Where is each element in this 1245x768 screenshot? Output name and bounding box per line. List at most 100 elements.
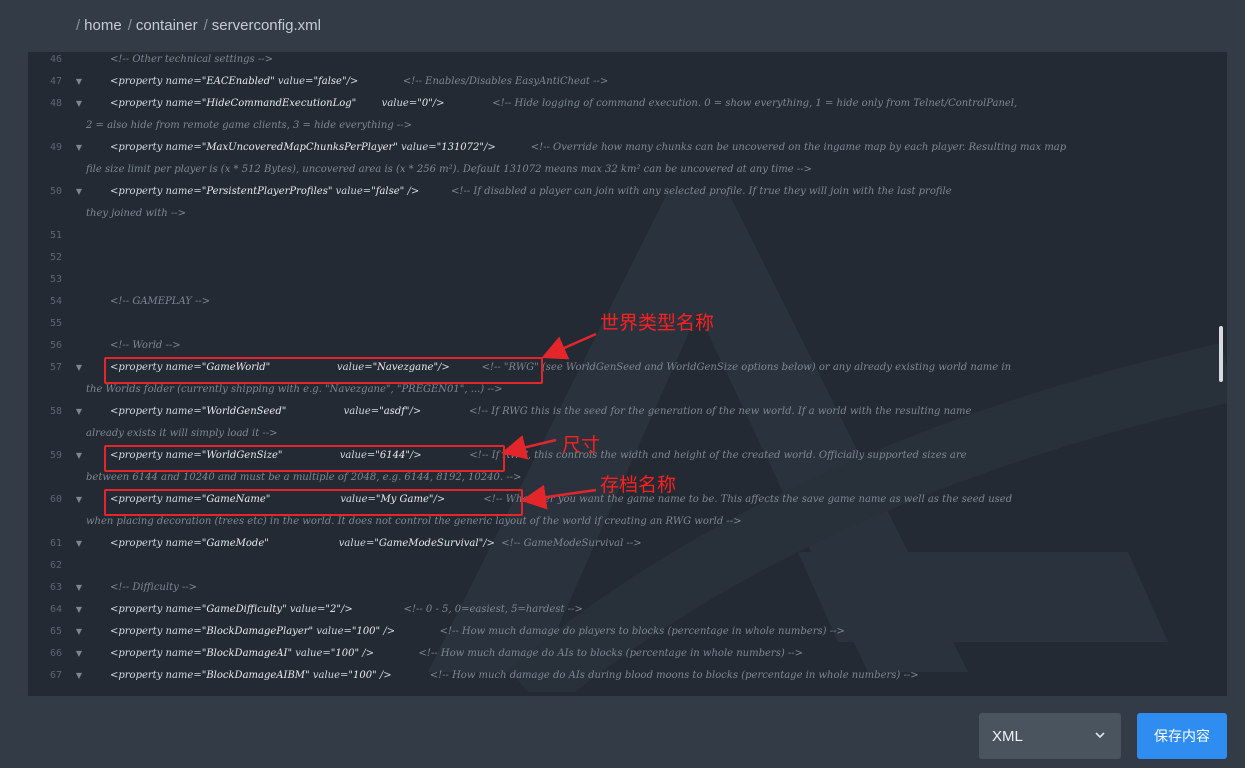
code-line[interactable]: <property name="BlockDamagePlayer" value… — [110, 621, 845, 643]
code-token: <property — [110, 604, 166, 615]
code-token: already exists it will simply load it --… — [86, 428, 278, 439]
code-token: /> — [346, 76, 359, 87]
breadcrumb-separator: / — [76, 16, 81, 34]
code-line-wrap[interactable]: 2 = also hide from remote game clients, … — [86, 115, 412, 137]
code-token: /> — [409, 450, 422, 461]
code-token: "6144" — [375, 450, 410, 461]
code-token: "GameName" — [201, 494, 341, 505]
breadcrumb-item[interactable]: container — [136, 17, 198, 34]
code-line[interactable]: <property name="WorldGenSeed" value="asd… — [110, 401, 971, 423]
code-line[interactable]: <!-- Other technical settings --> — [110, 52, 273, 71]
code-token: <!-- How much damage do AIs during blood… — [391, 670, 919, 681]
code-line[interactable]: <!-- World --> — [110, 335, 181, 357]
code-line[interactable]: <property name="GameName" value="My Game… — [110, 489, 1012, 511]
fold-toggle-icon[interactable]: ▼ — [74, 533, 84, 555]
fold-toggle-icon[interactable]: ▼ — [74, 599, 84, 621]
fold-toggle-icon[interactable]: ▼ — [74, 489, 84, 511]
code-token: <!-- If disabled a player can join with … — [419, 186, 952, 197]
annotation-save-name: 存档名称 — [600, 474, 677, 496]
code-token: <!-- Other technical settings --> — [110, 54, 273, 65]
code-token: "PersistentPlayerProfiles" — [201, 186, 336, 197]
code-token: "100" — [348, 670, 380, 681]
line-number: 55 — [49, 318, 62, 329]
code-line[interactable]: <property name="GameDifficulty" value="2… — [110, 599, 583, 621]
code-token: "0" — [417, 98, 433, 109]
code-line[interactable]: <!-- GAMEPLAY --> — [110, 291, 210, 313]
code-line-wrap[interactable]: the Worlds folder (currently shipping wi… — [86, 379, 502, 401]
code-token: "asdf" — [379, 406, 410, 417]
code-line-wrap[interactable]: file size limit per player is (x * 512 B… — [86, 159, 812, 181]
code-token: value= — [289, 604, 326, 615]
code-editor[interactable]: 46 <!-- Other technical settings --> 47 ▼ <p… — [28, 52, 1227, 696]
format-select[interactable]: XML — [979, 713, 1121, 759]
fold-toggle-icon[interactable]: ▼ — [74, 577, 84, 599]
code-token: /> — [432, 98, 445, 109]
code-token: <property — [110, 626, 166, 637]
code-token: <property — [110, 450, 166, 461]
fold-toggle-icon[interactable]: ▼ — [74, 357, 84, 379]
code-token: name= — [165, 362, 202, 373]
fold-toggle-icon[interactable]: ▼ — [74, 181, 84, 203]
line-number: 65 — [49, 626, 62, 637]
code-token: /> — [340, 604, 353, 615]
fold-toggle-icon[interactable]: ▼ — [74, 643, 84, 665]
format-select-value: XML — [992, 727, 1023, 745]
fold-toggle-icon[interactable]: ▼ — [74, 445, 84, 467]
code-token: <property — [110, 538, 166, 549]
breadcrumb: / home / container / serverconfig.xml — [76, 14, 327, 36]
breadcrumb-separator: / — [127, 16, 132, 34]
code-line[interactable]: <!-- Difficulty --> — [110, 577, 197, 599]
line-number: 53 — [49, 274, 62, 285]
annotation-size: 尺寸 — [562, 434, 601, 456]
line-number: 59 — [49, 450, 62, 461]
save-content-button[interactable]: 保存内容 — [1137, 713, 1227, 759]
code-line[interactable]: <property name="WorldGenSize" value="614… — [110, 445, 967, 467]
breadcrumb-item: serverconfig.xml — [211, 16, 321, 34]
code-line[interactable]: <property name="PersistentPlayerProfiles… — [110, 181, 952, 203]
line-number: 66 — [49, 648, 62, 659]
code-line-wrap[interactable]: when placing decoration (trees etc) in t… — [86, 511, 742, 533]
fold-toggle-icon[interactable]: ▼ — [74, 621, 84, 643]
code-token: they joined with --> — [86, 208, 186, 219]
code-line[interactable]: <property name="EACEnabled" value="false… — [110, 71, 608, 93]
line-number: 51 — [49, 230, 62, 241]
code-token: name= — [165, 604, 202, 615]
code-token: the Worlds folder (currently shipping wi… — [86, 384, 503, 395]
line-number: 54 — [49, 296, 62, 307]
editor-scrollbar[interactable] — [1219, 326, 1223, 382]
code-token: "Navezgane" — [372, 362, 439, 373]
code-line[interactable]: <property name="BlockDamageAI" value="10… — [110, 643, 803, 665]
code-token: <!-- Whatever you want the game name to … — [445, 494, 1013, 505]
code-token: <property — [110, 98, 166, 109]
code-token: "GameDifficulty" — [201, 604, 290, 615]
code-token: /> — [483, 538, 495, 549]
code-token: value= — [339, 450, 376, 461]
line-number: 62 — [49, 560, 62, 571]
fold-toggle-icon[interactable]: ▼ — [74, 401, 84, 423]
code-token: name= — [165, 186, 202, 197]
code-token: value= — [338, 538, 375, 549]
code-line-wrap[interactable]: they joined with --> — [86, 203, 186, 225]
code-token: "2" — [325, 604, 341, 615]
code-token: <!-- GameModeSurvival --> — [494, 538, 642, 549]
code-line-wrap[interactable]: already exists it will simply load it --… — [86, 423, 278, 445]
fold-toggle-icon[interactable]: ▼ — [74, 665, 84, 687]
code-line-wrap[interactable]: between 6144 and 10240 and must be a mul… — [86, 467, 521, 489]
code-line[interactable]: <property name="HideCommandExecutionLog"… — [110, 93, 1017, 115]
line-number: 52 — [49, 252, 62, 263]
code-token: "GameWorld" — [201, 362, 338, 373]
code-line[interactable]: <property name="GameMode" value="GameMod… — [110, 533, 642, 555]
fold-toggle-icon[interactable]: ▼ — [74, 71, 84, 93]
code-token: name= — [165, 494, 202, 505]
breadcrumb-item[interactable]: home — [84, 17, 122, 34]
code-token: name= — [165, 76, 202, 87]
code-line[interactable]: <property name="BlockDamageAIBM" value="… — [110, 665, 919, 687]
code-token: <!-- How much damage do AIs to blocks (p… — [374, 648, 804, 659]
line-number: 46 — [49, 54, 62, 65]
code-token: <!-- 0 - 5, 0=easiest, 5=hardest --> — [352, 604, 583, 615]
code-line[interactable]: <property name="GameWorld" value="Navezg… — [110, 357, 1011, 379]
code-line[interactable]: <property name="MaxUncoveredMapChunksPer… — [110, 137, 1066, 159]
fold-toggle-icon[interactable]: ▼ — [74, 93, 84, 115]
code-token: <!-- GAMEPLAY --> — [110, 296, 211, 307]
fold-toggle-icon[interactable]: ▼ — [74, 137, 84, 159]
